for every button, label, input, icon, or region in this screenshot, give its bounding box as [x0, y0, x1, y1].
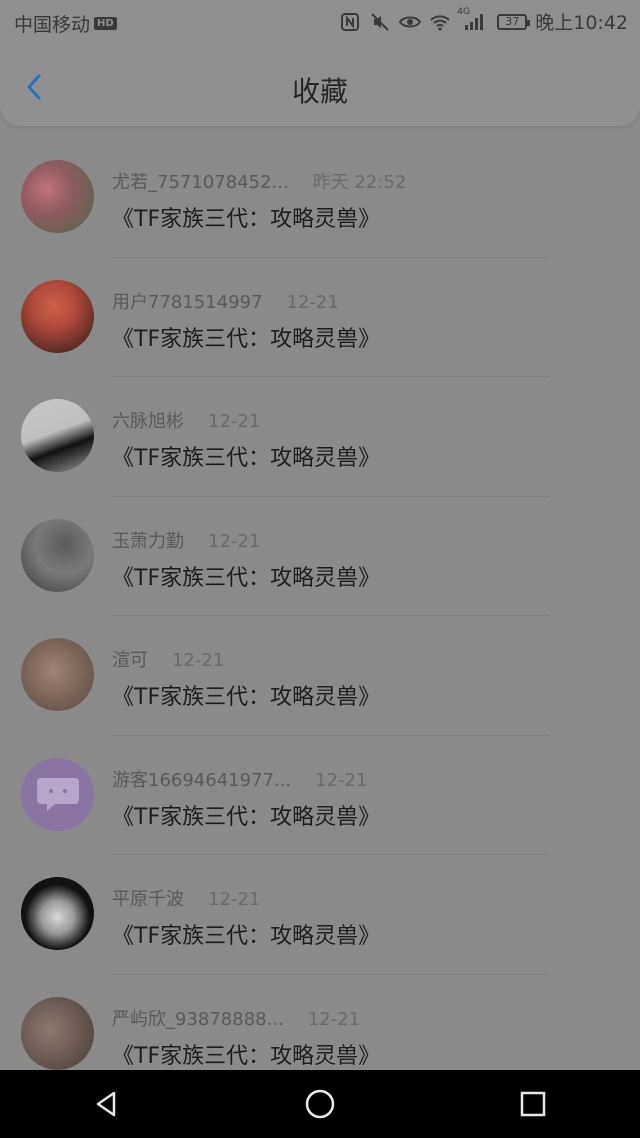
battery-level: 37 [505, 15, 520, 28]
eye-icon [399, 11, 422, 33]
item-username: 游客16694641977... [112, 769, 292, 791]
nav-recents-button[interactable] [513, 1084, 553, 1124]
item-content[interactable]: 《TF家族三代：攻略灵兽》 [112, 440, 380, 472]
item-content[interactable]: 《TF家族三代：攻略灵兽》 [112, 679, 380, 711]
list-item[interactable]: 尤若_7571078452... 昨天 22:52 《TF家族三代：攻略灵兽》 [0, 138, 640, 258]
item-meta: 渲可 12-21 [112, 646, 224, 672]
item-meta: 玉萧力勤 12-21 [112, 527, 260, 553]
status-icons: 4G 37 晚上10:42 [339, 7, 628, 35]
mute-icon [369, 11, 391, 33]
item-date: 12-21 [307, 1008, 361, 1030]
list-item[interactable]: 玉萧力勤 12-21 《TF家族三代：攻略灵兽》 [0, 497, 640, 616]
item-content[interactable]: 《TF家族三代：攻略灵兽》 [112, 799, 380, 831]
page-title: 收藏 [291, 75, 348, 108]
item-username: 六脉旭彬 [112, 411, 184, 432]
avatar[interactable] [21, 638, 94, 711]
clock: 晚上10:42 [535, 12, 628, 34]
item-meta: 平原千波 12-21 [112, 885, 260, 911]
wifi-icon [429, 11, 451, 33]
item-date: 12-21 [208, 411, 261, 432]
item-content[interactable]: 《TF家族三代：攻略灵兽》 [112, 1038, 380, 1070]
item-meta: 游客16694641977... 12-21 [112, 766, 367, 792]
avatar[interactable] [21, 279, 94, 353]
list-item[interactable]: 用户7781514997 12-21 《TF家族三代：攻略灵兽》 [0, 258, 640, 377]
item-username: 严屿欣_93878888... [112, 1008, 284, 1030]
avatar[interactable] [21, 877, 94, 950]
avatar[interactable] [21, 518, 94, 592]
circle-home-icon [305, 1089, 335, 1119]
item-username: 用户7781514997 [112, 291, 263, 313]
item-username: 渲可 [112, 650, 148, 671]
item-meta: 用户7781514997 12-21 [112, 288, 339, 314]
hd-badge: HD [94, 17, 117, 30]
item-date: 12-21 [208, 889, 261, 910]
carrier-info: 中国移动 HD [14, 10, 117, 37]
square-recents-icon [521, 1091, 546, 1117]
avatar[interactable] [21, 757, 94, 831]
item-content[interactable]: 《TF家族三代：攻略灵兽》 [112, 560, 380, 592]
avatar[interactable] [21, 399, 94, 472]
carrier-name: 中国移动 [14, 14, 91, 36]
item-username: 平原千波 [112, 889, 184, 910]
item-content[interactable]: 《TF家族三代：攻略灵兽》 [112, 918, 380, 950]
item-content[interactable]: 《TF家族三代：攻略灵兽》 [112, 201, 380, 233]
network-type: 4G [457, 6, 470, 17]
battery-icon: 37 [497, 13, 531, 30]
item-meta: 严屿欣_93878888... 12-21 [112, 1005, 360, 1031]
item-meta: 尤若_7571078452... 昨天 22:52 [112, 168, 406, 194]
item-date: 昨天 22:52 [312, 172, 407, 193]
favorites-list: 尤若_7571078452... 昨天 22:52 《TF家族三代：攻略灵兽》 用… [0, 138, 640, 1094]
list-item[interactable]: 游客16694641977... 12-21 《TF家族三代：攻略灵兽》 [0, 736, 640, 855]
item-date: 12-21 [172, 650, 225, 671]
nfc-icon [339, 11, 361, 33]
item-username: 尤若_7571078452... [112, 172, 289, 193]
triangle-back-icon [96, 1091, 115, 1117]
avatar[interactable] [21, 996, 94, 1070]
nav-home-button[interactable] [300, 1084, 340, 1124]
status-bar: 中国移动 HD 4G 37 晚上10:42 [0, 0, 640, 44]
list-item[interactable]: 平原千波 12-21 《TF家族三代：攻略灵兽》 [0, 855, 640, 975]
item-username: 玉萧力勤 [112, 530, 184, 552]
app-header: 收藏 [0, 44, 640, 126]
item-content[interactable]: 《TF家族三代：攻略灵兽》 [112, 321, 380, 353]
item-date: 12-21 [286, 291, 339, 313]
avatar[interactable] [21, 160, 94, 233]
chat-bubble-icon [36, 778, 79, 811]
item-date: 12-21 [208, 530, 261, 552]
nav-back-button[interactable] [87, 1084, 127, 1124]
list-item[interactable]: 六脉旭彬 12-21 《TF家族三代：攻略灵兽》 [0, 377, 640, 497]
list-item[interactable]: 渲可 12-21 《TF家族三代：攻略灵兽》 [0, 616, 640, 736]
signal-icon: 4G [457, 7, 489, 33]
system-nav-bar [0, 1070, 640, 1138]
item-date: 12-21 [315, 769, 368, 791]
item-meta: 六脉旭彬 12-21 [112, 407, 260, 433]
